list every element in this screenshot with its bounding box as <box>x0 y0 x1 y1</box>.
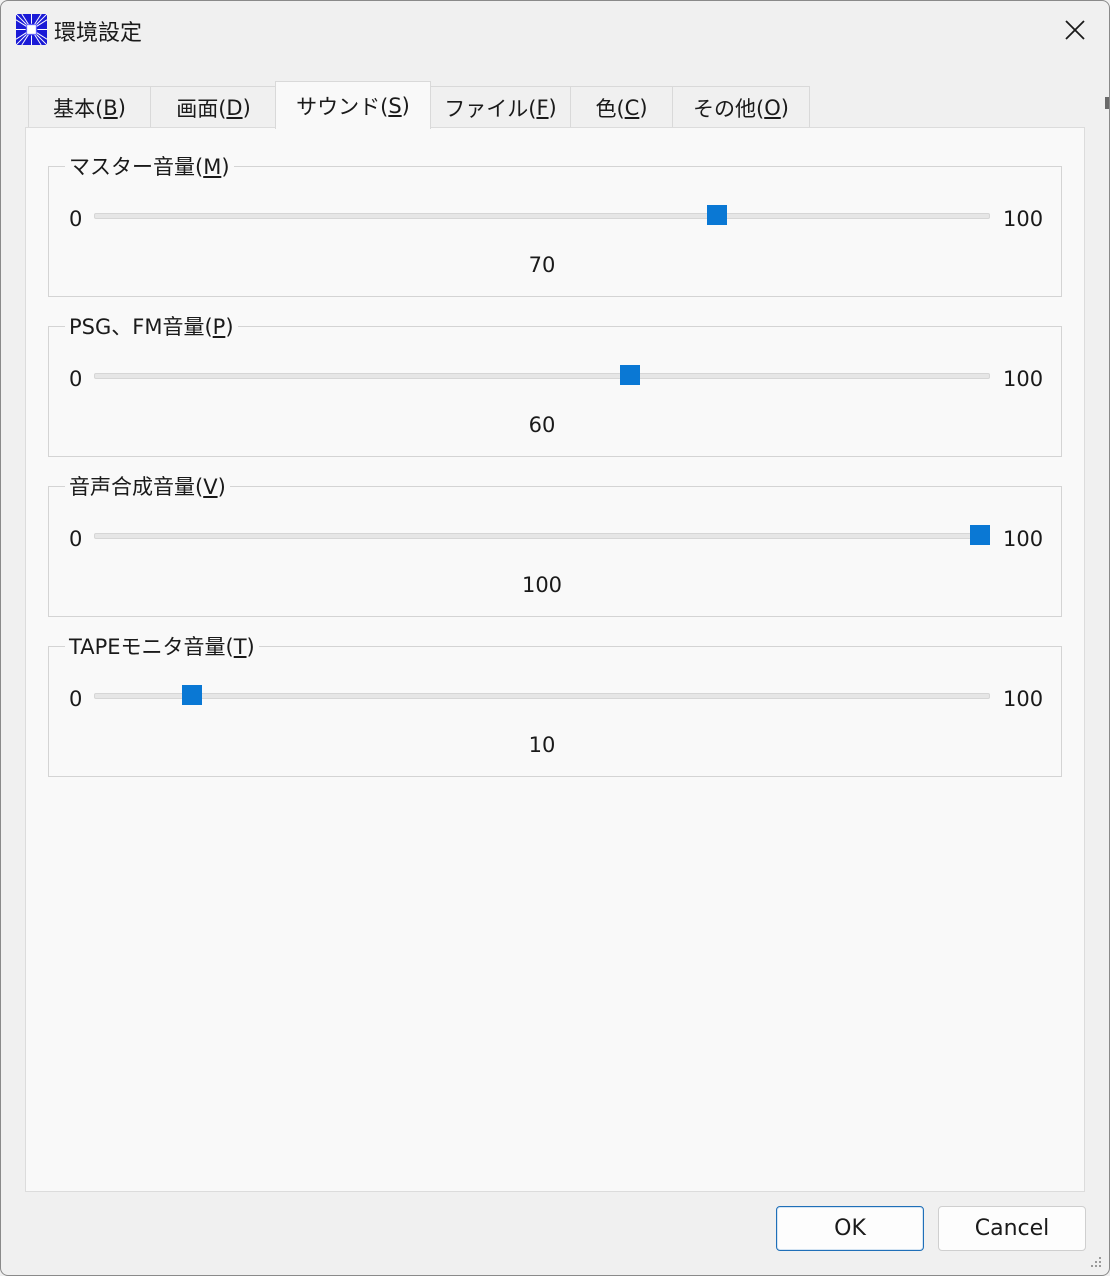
slider-value: 60 <box>528 413 556 437</box>
tape-monitor-volume-slider[interactable] <box>94 693 990 699</box>
tab-label-suffix: ) <box>401 93 410 118</box>
master-volume-slider[interactable] <box>94 213 990 219</box>
group-label: 音声合成音量(V) <box>65 475 230 499</box>
tab-label: サウンド( <box>296 94 389 119</box>
close-button[interactable] <box>1041 1 1109 59</box>
slider-value: 100 <box>521 573 563 597</box>
slider-value: 70 <box>528 253 556 277</box>
title-bar[interactable]: 環境設定 <box>1 1 1109 61</box>
app-icon <box>16 14 47 45</box>
group-label: PSG、FM音量(P) <box>65 315 238 339</box>
preferences-dialog: 環境設定 基本(B) 画面(D) サウンド(S) ファイル(F) 色(C) その… <box>0 0 1110 1276</box>
tab-label-suffix: ) <box>242 95 251 120</box>
group-mnemonic: P <box>212 315 226 339</box>
cancel-button[interactable]: Cancel <box>938 1206 1086 1251</box>
group-label-text: PSG、FM音量( <box>69 315 213 339</box>
tab-color[interactable]: 色(C) <box>570 86 673 128</box>
slider-max-label: 100 <box>1003 527 1044 551</box>
tab-mnemonic: C <box>624 95 640 120</box>
tab-sound[interactable]: サウンド(S) <box>275 81 431 129</box>
tab-label-suffix: ) <box>548 95 557 120</box>
tab-file[interactable]: ファイル(F) <box>430 86 571 128</box>
tab-label: 画面( <box>176 96 227 121</box>
slider-thumb[interactable] <box>181 685 202 705</box>
psg-fm-volume-slider[interactable] <box>94 373 990 379</box>
tab-other[interactable]: その他(O) <box>672 86 810 128</box>
window-title: 環境設定 <box>54 21 143 46</box>
slider-max-label: 100 <box>1003 207 1044 231</box>
tab-display[interactable]: 画面(D) <box>150 86 277 128</box>
group-mnemonic: M <box>203 155 222 179</box>
group-mnemonic: V <box>203 475 218 499</box>
tab-mnemonic: B <box>103 95 118 120</box>
resize-grip-icon[interactable] <box>1089 1255 1103 1269</box>
tab-label-suffix: ) <box>780 95 789 120</box>
tab-label-suffix: ) <box>639 95 648 120</box>
group-label-suffix: ) <box>217 475 226 499</box>
tab-mnemonic: O <box>764 95 781 120</box>
slider-min-label: 0 <box>69 207 83 231</box>
group-label-text: TAPEモニタ音量( <box>69 635 234 659</box>
tab-label: その他( <box>693 96 765 121</box>
tab-mnemonic: D <box>226 95 243 120</box>
slider-thumb[interactable] <box>619 365 640 385</box>
group-mnemonic: T <box>233 635 247 659</box>
slider-min-label: 0 <box>69 367 83 391</box>
slider-thumb[interactable] <box>970 525 990 545</box>
tape-monitor-volume-group: TAPEモニタ音量(T) 0 100 10 <box>48 635 1062 777</box>
tab-label: 基本( <box>53 96 104 121</box>
speech-synthesis-volume-group: 音声合成音量(V) 0 100 100 <box>48 475 1062 617</box>
tab-basic[interactable]: 基本(B) <box>28 86 151 128</box>
group-label-suffix: ) <box>225 315 234 339</box>
group-label-suffix: ) <box>221 155 230 179</box>
sound-tab-panel: マスター音量(M) 0 100 70 PSG、FM音量(P) 0 100 60 … <box>25 127 1085 1192</box>
close-icon <box>1065 20 1085 40</box>
group-label: TAPEモニタ音量(T) <box>65 635 259 659</box>
group-label: マスター音量(M) <box>65 155 234 179</box>
slider-max-label: 100 <box>1003 687 1044 711</box>
group-label-text: マスター音量( <box>69 155 204 179</box>
ok-button[interactable]: OK <box>776 1206 924 1251</box>
tab-label: 色( <box>595 96 625 121</box>
slider-value: 10 <box>528 733 556 757</box>
group-label-suffix: ) <box>246 635 255 659</box>
psg-fm-volume-group: PSG、FM音量(P) 0 100 60 <box>48 315 1062 457</box>
slider-min-label: 0 <box>69 687 83 711</box>
tab-label: ファイル( <box>444 96 537 121</box>
tab-label-suffix: ) <box>117 95 126 120</box>
speech-synthesis-volume-slider[interactable] <box>94 533 990 539</box>
tab-mnemonic: F <box>536 95 549 120</box>
slider-thumb[interactable] <box>707 205 728 225</box>
master-volume-group: マスター音量(M) 0 100 70 <box>48 155 1062 297</box>
group-label-text: 音声合成音量( <box>69 475 204 499</box>
slider-max-label: 100 <box>1003 367 1044 391</box>
tab-mnemonic: S <box>388 93 402 118</box>
window-edge <box>1105 97 1109 109</box>
slider-min-label: 0 <box>69 527 83 551</box>
